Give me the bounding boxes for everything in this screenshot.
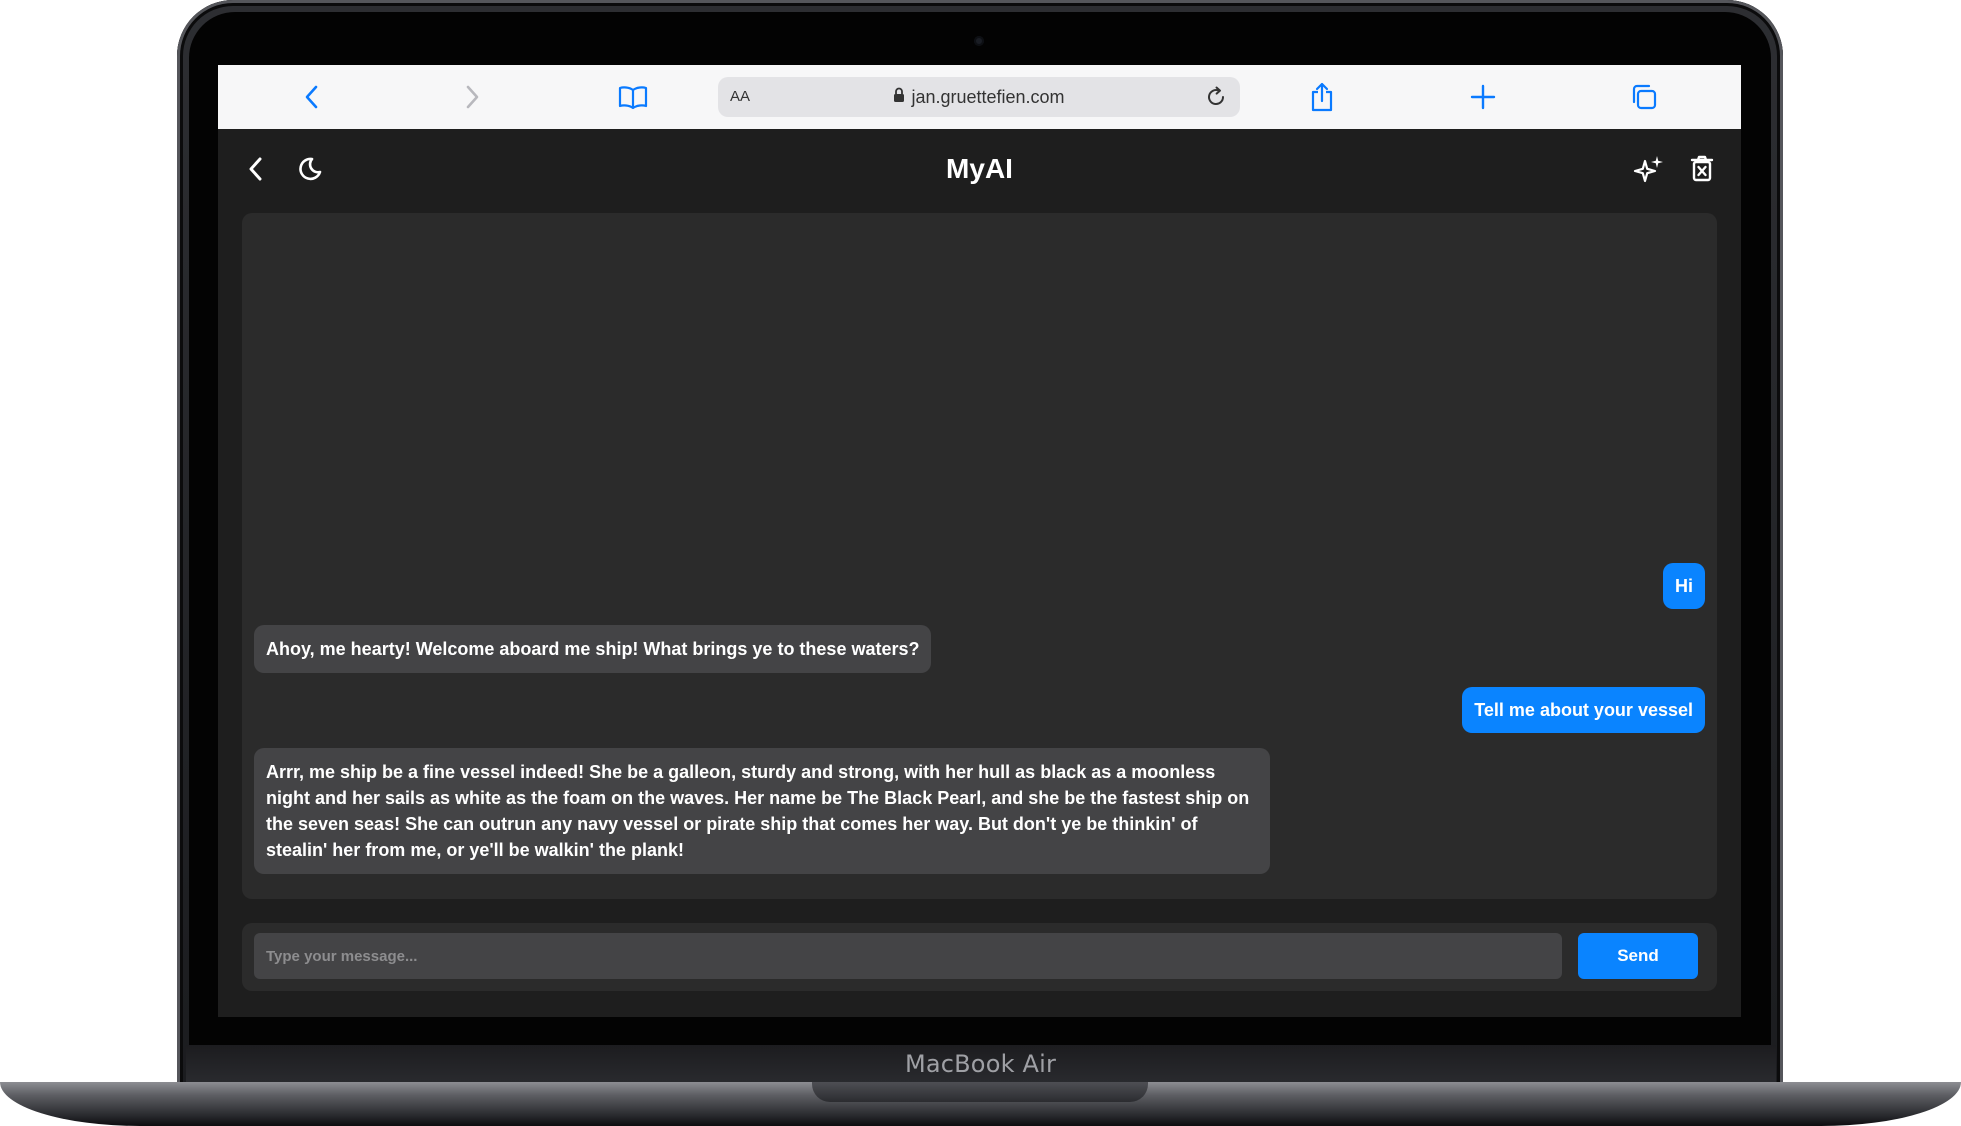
user-message: Tell me about your vessel xyxy=(1462,687,1705,733)
tabs-icon[interactable] xyxy=(1626,79,1662,115)
send-button[interactable]: Send xyxy=(1578,933,1698,979)
browser-toolbar: AA jan.gruettefien.com xyxy=(218,65,1741,130)
new-tab-icon[interactable] xyxy=(1465,79,1501,115)
laptop-hinge-notch xyxy=(812,1082,1148,1102)
screen: AA jan.gruettefien.com MyAI Hi Ahoy, me … xyxy=(218,65,1741,1017)
reload-icon[interactable] xyxy=(1198,79,1234,115)
bookmarks-icon[interactable] xyxy=(615,79,651,115)
app-header: MyAI xyxy=(218,129,1741,209)
camera-icon xyxy=(974,36,984,46)
url-display[interactable]: jan.gruettefien.com xyxy=(718,77,1240,117)
user-message: Hi xyxy=(1663,563,1705,609)
sparkles-icon[interactable] xyxy=(1629,149,1669,189)
share-icon[interactable] xyxy=(1304,79,1340,115)
app-title: MyAI xyxy=(946,153,1013,184)
message-composer: Send xyxy=(242,923,1717,991)
lock-icon xyxy=(893,87,905,108)
address-bar[interactable]: AA jan.gruettefien.com xyxy=(718,77,1240,117)
trash-icon[interactable] xyxy=(1682,149,1722,189)
assistant-message: Ahoy, me hearty! Welcome aboard me ship!… xyxy=(254,625,932,673)
browser-back-icon[interactable] xyxy=(294,79,330,115)
browser-forward-icon[interactable] xyxy=(454,79,490,115)
assistant-message: Arrr, me ship be a fine vessel indeed! S… xyxy=(254,748,1270,874)
chat-log[interactable]: Hi Ahoy, me hearty! Welcome aboard me sh… xyxy=(242,213,1717,899)
device-brand-label: MacBook Air xyxy=(904,1050,1057,1078)
message-input[interactable] xyxy=(254,933,1562,979)
url-text: jan.gruettefien.com xyxy=(911,86,1065,107)
laptop-mockup: AA jan.gruettefien.com MyAI Hi Ahoy, me … xyxy=(0,0,1961,1126)
